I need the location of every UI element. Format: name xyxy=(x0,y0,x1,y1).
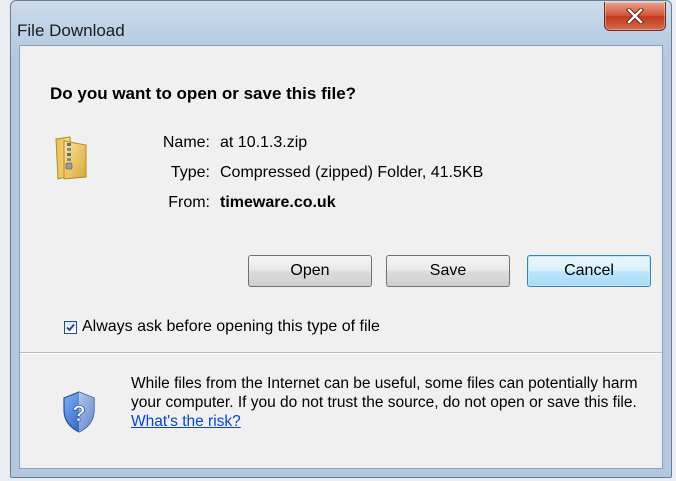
window-title: File Download xyxy=(17,21,125,40)
always-ask-option[interactable]: Always ask before opening this type of f… xyxy=(64,317,380,337)
dialog-heading: Do you want to open or save this file? xyxy=(50,84,357,103)
whats-the-risk-link[interactable]: What's the risk? xyxy=(131,413,241,430)
close-button[interactable] xyxy=(604,2,666,31)
open-button[interactable]: Open xyxy=(248,255,372,287)
close-icon xyxy=(626,8,644,24)
cancel-button[interactable]: Cancel xyxy=(527,255,651,287)
dialog-body: Do you want to open or save this file? N… xyxy=(19,45,663,469)
name-label: Name: xyxy=(162,134,210,151)
file-info-labels: Name: Type: From: xyxy=(138,128,210,218)
zipped-folder-icon xyxy=(55,136,87,180)
always-ask-label: Always ask before opening this type of f… xyxy=(82,318,380,335)
from-label: From: xyxy=(168,194,210,211)
warning-text: While files from the Internet can be use… xyxy=(131,375,638,411)
type-label: Type: xyxy=(170,164,210,181)
svg-text:?: ? xyxy=(72,401,85,426)
title-bar[interactable]: File Download xyxy=(11,1,671,45)
file-type-value: Compressed (zipped) Folder, 41.5KB xyxy=(220,164,484,181)
security-shield-icon: ? xyxy=(63,391,95,433)
file-name-value: at 10.1.3.zip xyxy=(220,134,308,151)
file-info-values: at 10.1.3.zip Compressed (zipped) Folder… xyxy=(220,128,483,218)
checkmark-icon xyxy=(66,323,75,331)
warning-message: While files from the Internet can be use… xyxy=(131,374,656,431)
file-source-value: timeware.co.uk xyxy=(220,194,336,211)
save-button[interactable]: Save xyxy=(386,255,510,287)
warning-section: ? While files from the Internet can be u… xyxy=(20,354,662,468)
file-download-window: File Download Do you want to open or sav… xyxy=(10,0,672,478)
always-ask-checkbox[interactable] xyxy=(64,320,77,334)
